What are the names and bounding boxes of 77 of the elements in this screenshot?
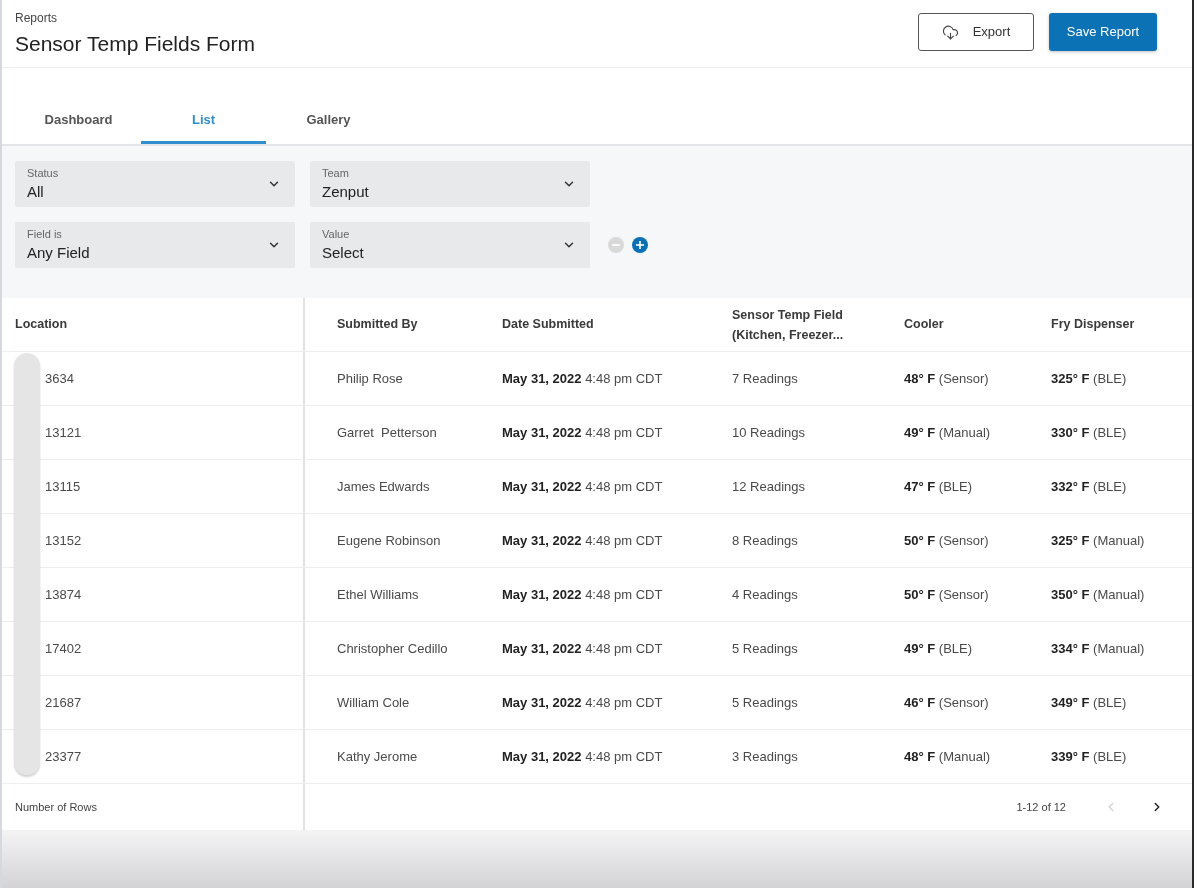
table-cell-text: May 31, 2022 4:48 pm CDT [502,531,663,550]
breadcrumb-link[interactable]: Reports [15,11,256,25]
table-cell-text: May 31, 2022 4:48 pm CDT [502,477,663,496]
table-cell-text: 23377 [45,747,82,766]
table-cell-text: 339° F (BLE) [1051,747,1127,766]
cloud-download-icon [941,23,959,41]
page-title: Sensor Temp Fields Form [15,31,256,57]
table-cell-text: 49° F (Manual) [904,423,991,442]
table-cell-text: 21687 [45,693,82,712]
filter-select[interactable]: Field is Any Field [15,222,295,268]
table-cell-text: 3 Readings [732,747,798,766]
export-button[interactable]: Export [918,13,1034,51]
filter-value: All [27,183,45,201]
table-cell-text: 12 Readings [732,477,805,496]
table-cell-text: May 31, 2022 4:48 pm CDT [502,369,663,388]
table-cell-text: James Edwards [337,477,430,496]
table-cell-text: 325° F (Manual) [1051,531,1145,550]
filter-select[interactable]: Value Select [310,222,590,268]
filter-label: Status [27,167,59,180]
table-cell-text: 49° F (BLE) [904,639,973,658]
column-header[interactable]: Cooler [904,315,944,334]
table-cell-text: 349° F (BLE) [1051,693,1127,712]
table-cell-text: May 31, 2022 4:48 pm CDT [502,693,663,712]
table-cell-text: Garret Petterson [337,423,437,442]
tab[interactable]: Dashboard [16,99,141,144]
page-range: 1-12 of 12 [1016,799,1066,815]
table-cell-text: 17402 [45,639,82,658]
filter-value: Select [322,244,364,262]
table-cell-text: 10 Readings [732,423,805,442]
table-cell-text: 13874 [45,585,82,604]
table-cell-text: 13121 [45,423,82,442]
column-header[interactable]: Date Submitted [502,315,594,334]
filter-label: Value [322,228,351,241]
filter-value: Zenput [322,183,369,201]
table-cell-text: Kathy Jerome [337,747,418,766]
table-cell-text: Philip Rose [337,369,403,388]
table-cell-text: 46° F (Sensor) [904,693,989,712]
column-header[interactable]: Fry Dispenser [1051,315,1135,334]
tab[interactable]: Gallery [266,99,391,144]
table-cell-text: 13152 [45,531,82,550]
table-cell-text: Ethel Williams [337,585,419,604]
table-cell-text: 7 Readings [732,369,798,388]
table-cell-text: May 31, 2022 4:48 pm CDT [502,423,663,442]
table-cell-text: 8 Readings [732,531,798,550]
table-cell-text: Eugene Robinson [337,531,441,550]
table-cell-text: May 31, 2022 4:48 pm CDT [502,639,663,658]
rows-label: Number of Rows [15,799,97,815]
column-header[interactable]: Sensor Temp Field (Kitchen, Freezer... [732,304,862,345]
table-cell-text: 48° F (Manual) [904,747,991,766]
column-header[interactable]: Location [15,315,68,334]
table-cell-text: 334° F (Manual) [1051,639,1145,658]
table-cell-text: 5 Readings [732,639,798,658]
filter-select[interactable]: Team Zenput [310,161,590,207]
table-cell-text: 325° F (BLE) [1051,369,1127,388]
table-cell-text: 13115 [45,477,81,496]
table-cell-text: May 31, 2022 4:48 pm CDT [502,585,663,604]
table-cell-text: 330° F (BLE) [1051,423,1127,442]
table-cell-text: 332° F (BLE) [1051,477,1127,496]
filter-label: Field is [27,228,63,241]
table-cell-text: 350° F (Manual) [1051,585,1145,604]
filter-select[interactable]: Status All [15,161,295,207]
filter-value: Any Field [27,244,90,262]
plus-circle-icon[interactable] [632,237,648,253]
table-cell-text: May 31, 2022 4:48 pm CDT [502,747,663,766]
table-cell-text: 50° F (Sensor) [904,585,989,604]
table-cell-text: Christopher Cedillo [337,639,448,658]
save-report-button[interactable]: Save Report [1049,13,1157,51]
scrollbar-thumb[interactable] [14,353,40,775]
table-cell-text: 5 Readings [732,693,798,712]
filter-label: Team [322,167,350,180]
column-header[interactable]: Submitted By [337,315,418,334]
table-cell-text: 4 Readings [732,585,798,604]
table-cell-text: 48° F (Sensor) [904,369,989,388]
table-cell-text: 3634 [45,369,74,388]
table-cell-text: 50° F (Sensor) [904,531,989,550]
table-cell-text: William Cole [337,693,410,712]
table-cell-text: 47° F (BLE) [904,477,973,496]
